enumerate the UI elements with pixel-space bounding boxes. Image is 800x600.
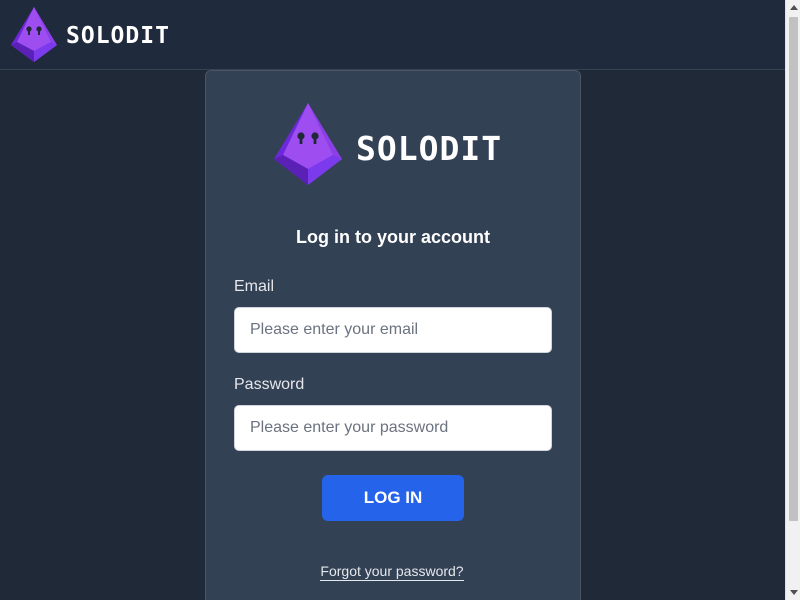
- brand-name[interactable]: SOLODIT: [66, 23, 170, 49]
- password-input[interactable]: [234, 405, 552, 451]
- login-heading: Log in to your account: [296, 227, 490, 247]
- password-label: Password: [234, 376, 305, 393]
- solodit-logo-icon[interactable]: [11, 7, 57, 62]
- top-header: SOLODIT: [0, 0, 785, 70]
- login-card: SOLODIT Log in to your account Email Pas…: [205, 70, 581, 600]
- login-page: SOLODIT SOLODIT Log in to your account E…: [0, 0, 800, 600]
- email-label: Email: [234, 278, 275, 295]
- scrollbar-thumb[interactable]: [789, 17, 798, 521]
- forgot-password-container: Forgot your password?: [206, 563, 578, 581]
- card-brand-name: SOLODIT: [356, 129, 503, 168]
- forgot-password-link[interactable]: Forgot your password?: [320, 563, 464, 581]
- solodit-logo-icon: [274, 103, 342, 185]
- login-button[interactable]: LOG IN: [322, 475, 464, 521]
- vertical-scrollbar[interactable]: [785, 0, 800, 600]
- email-input[interactable]: [234, 307, 552, 353]
- scroll-down-arrow-icon[interactable]: [786, 585, 800, 600]
- scroll-up-arrow-icon[interactable]: [786, 0, 800, 15]
